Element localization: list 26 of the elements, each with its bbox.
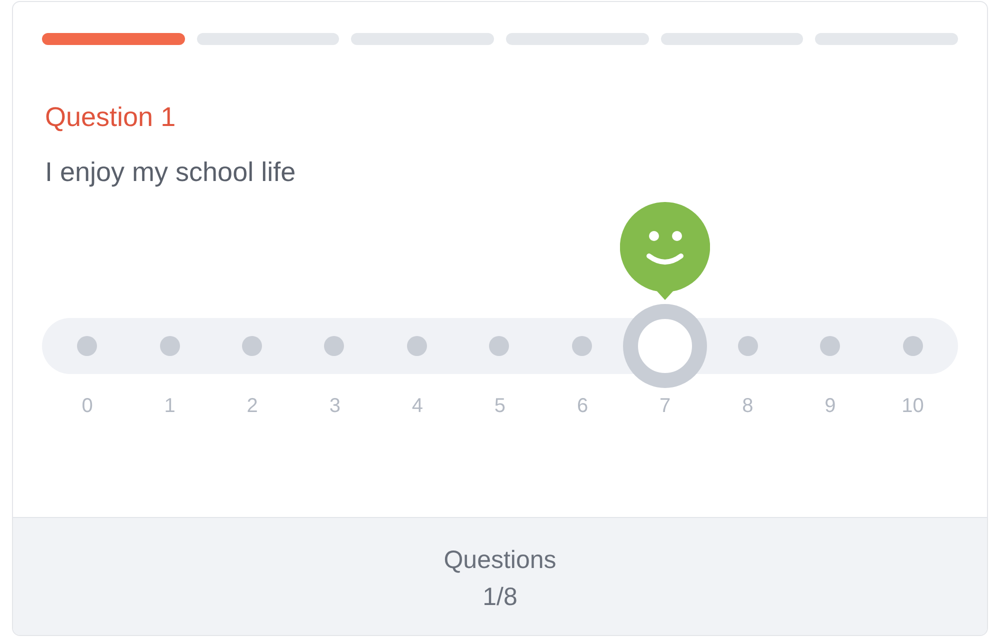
scale-label: 0 bbox=[82, 394, 93, 418]
scale-label: 3 bbox=[329, 394, 340, 418]
scale-label: 5 bbox=[494, 394, 506, 418]
scale-dot[interactable] bbox=[820, 336, 840, 356]
scale-dot[interactable] bbox=[902, 336, 923, 356]
scale-dot[interactable] bbox=[160, 336, 180, 356]
scale-label: 6 bbox=[576, 394, 588, 418]
scale-dot[interactable] bbox=[489, 336, 510, 356]
scale-dot[interactable] bbox=[572, 336, 592, 356]
footer-label: Questions bbox=[444, 545, 556, 576]
scale-dot[interactable] bbox=[324, 336, 344, 356]
scale-label: 10 bbox=[902, 394, 924, 418]
scale-label: 9 bbox=[824, 394, 836, 418]
question-text: I enjoy my school life bbox=[45, 156, 296, 189]
question-number: Question 1 bbox=[45, 101, 176, 134]
scale-label: 7 bbox=[660, 394, 671, 418]
scale-label: 2 bbox=[246, 394, 258, 418]
question-counter: 1/8 bbox=[482, 582, 518, 613]
scale-label: 4 bbox=[412, 394, 423, 418]
scale-dot[interactable] bbox=[738, 336, 758, 356]
scale-dot[interactable] bbox=[406, 336, 427, 356]
scale-dot[interactable] bbox=[242, 336, 262, 356]
scale-dot[interactable] bbox=[77, 336, 98, 356]
scale-label: 8 bbox=[742, 394, 754, 418]
scale-label: 1 bbox=[164, 394, 176, 418]
smiley-face-icon bbox=[620, 202, 710, 300]
